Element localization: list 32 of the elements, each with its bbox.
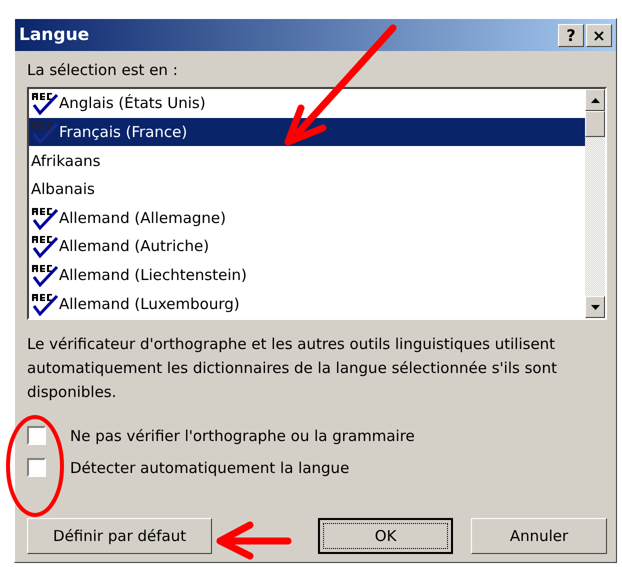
language-item[interactable]: Allemand (Allemagne): [29, 204, 585, 232]
language-item[interactable]: Allemand (Liechtenstein): [29, 260, 585, 290]
checkbox-label: Détecter automatiquement la langue: [70, 458, 350, 476]
window-title: Langue: [19, 25, 90, 45]
scroll-up-button[interactable]: [585, 89, 605, 111]
language-item[interactable]: Allemand (Autriche): [29, 232, 585, 261]
close-button[interactable]: ×: [586, 24, 612, 46]
spellcheck-icon: [31, 91, 59, 116]
up-arrow-icon: [590, 98, 600, 102]
help-button[interactable]: ?: [558, 24, 584, 46]
dialog-button[interactable]: Définir par défaut: [27, 518, 212, 554]
scroll-down-button[interactable]: [585, 296, 605, 318]
checkbox[interactable]: [27, 426, 46, 445]
description-text: Le vérificateur d'orthographe et les autres outils linguistiques utilisent automatiquement les dictionnaires de la langue sélectionnée s'ils sont disponibles.: [27, 334, 558, 403]
spellcheck-icon: [31, 292, 59, 316]
dialog-button[interactable]: Annuler: [471, 518, 607, 554]
spellcheck-icon: [31, 234, 59, 258]
language-item[interactable]: Allemand (Luxembourg): [29, 289, 585, 318]
scroll-thumb[interactable]: [585, 111, 605, 137]
selection-label: La sélection est en :: [27, 61, 179, 79]
dialog-button[interactable]: OK: [318, 518, 454, 554]
scrollbar[interactable]: [585, 89, 605, 318]
language-item[interactable]: Anglais (États Unis): [29, 89, 585, 118]
spellcheck-icon: [31, 263, 59, 288]
checkbox-label: Ne pas vérifier l'orthographe ou la grammaire: [70, 426, 415, 444]
down-arrow-icon: [590, 304, 600, 310]
language-item[interactable]: Albanais: [29, 174, 585, 204]
spellcheck-icon: [31, 206, 59, 230]
checkbox[interactable]: [27, 458, 46, 477]
language-item[interactable]: Français (France): [29, 118, 585, 146]
language-item[interactable]: Afrikaans: [29, 146, 585, 175]
spellcheck-icon: [31, 120, 59, 144]
